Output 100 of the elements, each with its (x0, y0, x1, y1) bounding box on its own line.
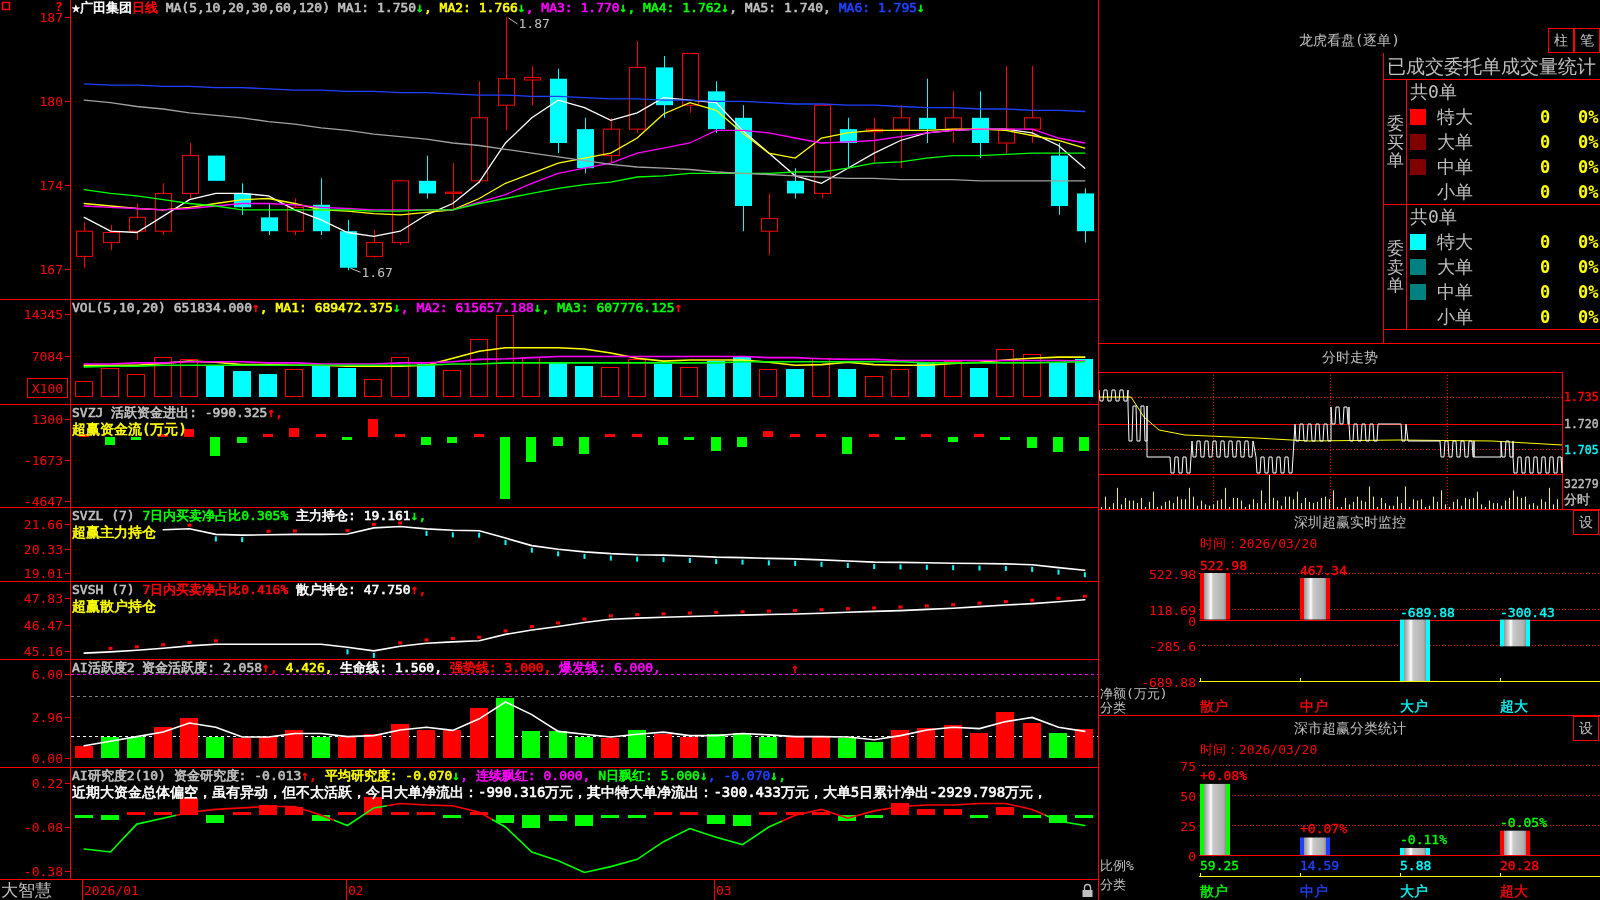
category-label: 中户 (1300, 698, 1328, 714)
marker-icon (767, 560, 770, 566)
marker-icon (503, 629, 508, 633)
price-label: 1.720 (1564, 416, 1599, 432)
marker-icon (187, 640, 192, 644)
marker-icon (636, 556, 639, 562)
marker-icon (108, 646, 113, 650)
marker-icon (425, 530, 428, 536)
marker-icon (1031, 566, 1034, 572)
marker-icon (845, 607, 850, 611)
candlestick (577, 117, 594, 174)
marker-icon (398, 521, 403, 525)
marker-icon (688, 558, 691, 563)
axis-label: 46.47 (23, 618, 63, 634)
marker-icon (766, 609, 771, 613)
legend-text: AI活跃度2 资金活跃度: 2.058 (72, 660, 263, 675)
order-size-label: 中单 (1437, 154, 1474, 179)
order-count: 0 (1540, 231, 1551, 252)
order-percent: 0% (1578, 231, 1600, 252)
order-size-label: 小单 (1437, 179, 1474, 204)
square-icon (1, 1, 11, 11)
axis-label: 174 (39, 177, 63, 193)
order-size-label: 大单 (1437, 129, 1474, 154)
marker-icon (925, 564, 928, 570)
order-percent: 0% (1578, 306, 1600, 327)
category-label: 大户 (1400, 698, 1428, 714)
order-total: 共0单 (1409, 80, 1458, 104)
candlestick (208, 155, 225, 182)
panel-title: 深市超赢分类统计 (1292, 719, 1407, 738)
view-button[interactable]: 柱 (1548, 28, 1574, 53)
legend-text: 超赢主力持仓 (72, 524, 156, 540)
axis-label: -0.38 (23, 864, 63, 879)
brand-name: 大智慧 (0, 880, 53, 900)
candlestick (155, 182, 172, 236)
marker-icon (714, 610, 719, 614)
marker-icon (609, 555, 612, 561)
axis-label: -285.6 (1149, 638, 1196, 654)
legend-text: , MA4: 1.762 (627, 0, 722, 15)
axis-label: 20.33 (23, 541, 63, 557)
order-total: 共0单 (1409, 205, 1458, 229)
axis-label: 0 (1188, 848, 1196, 864)
order-percent: 0% (1578, 131, 1600, 152)
unit-label: X100 (27, 378, 68, 398)
axis-label: 522.98 (1149, 566, 1196, 582)
axis-label: -1673 (23, 453, 63, 468)
axis-label: 2.96 (31, 709, 63, 725)
candlestick (76, 221, 93, 269)
marker-icon (608, 614, 613, 618)
view-button[interactable]: 笔 (1574, 28, 1600, 53)
category-label: 散户 (1200, 883, 1228, 899)
legend-text: 4.426, (284, 660, 333, 675)
marker-icon (556, 621, 561, 625)
legend-text: , MA2: 1.766 (423, 0, 518, 15)
legend-text: 超赢资金流(万元) (72, 421, 187, 437)
settings-button[interactable]: 设 (1573, 716, 1599, 741)
legend-text: ↑, (410, 582, 427, 597)
marker-icon (292, 529, 297, 533)
marker-icon (687, 611, 692, 615)
legend-text: , MA2: 615657.188 (400, 300, 534, 315)
marker-icon (477, 635, 482, 639)
candlestick (234, 182, 251, 216)
axis-label: 0.22 (31, 775, 63, 791)
legend-text: 超赢散户持仓 (72, 598, 156, 614)
axis-title: 净额(万元) (1100, 686, 1168, 701)
time-label: 时间：2026/03/20 (1199, 741, 1319, 759)
legend-text: AI研究度2(10) 资金研究度: -0.013 (72, 768, 302, 783)
legend-text: ↓ (517, 0, 526, 15)
unit-label: 分时 (1564, 492, 1590, 508)
change-label: -0.05% (1500, 814, 1547, 830)
marker-icon (872, 606, 877, 610)
legend-text: ↓ (392, 300, 401, 315)
marker-icon (214, 536, 217, 542)
order-size-label: 中单 (1437, 279, 1474, 304)
marker-icon (398, 641, 403, 645)
marker-icon (635, 613, 640, 617)
candlestick (103, 224, 120, 251)
marker-icon (899, 564, 902, 570)
marker-icon (504, 540, 507, 546)
legend-text: ↓ (416, 0, 424, 15)
date-label: 03 (716, 883, 732, 898)
marker-icon (978, 565, 981, 571)
panel-title: 分时走势 (1320, 348, 1379, 367)
marker-icon (1004, 565, 1007, 571)
legend-text: , -0.070 (707, 768, 771, 783)
axis-label: 167 (39, 262, 63, 277)
candlestick (313, 177, 330, 236)
time-label: 时间：2026/03/20 (1199, 535, 1319, 553)
marker-icon (1083, 572, 1086, 578)
marker-icon (478, 532, 481, 538)
signal-arrow: ↑ (791, 661, 800, 676)
legend-text: , MA3: 607776.125 (541, 300, 675, 315)
candlestick (972, 90, 989, 159)
axis-label: -0.08 (23, 820, 63, 835)
legend-text: MA6: 1.795 (838, 0, 918, 15)
leader-line (350, 267, 361, 273)
settings-button[interactable]: 设 (1573, 510, 1599, 535)
value-label: 20.28 (1500, 858, 1540, 873)
panel-title: 深圳超赢实时监控 (1292, 513, 1407, 532)
marker-icon (241, 537, 244, 543)
legend-text: SVZL (7) (72, 508, 136, 523)
